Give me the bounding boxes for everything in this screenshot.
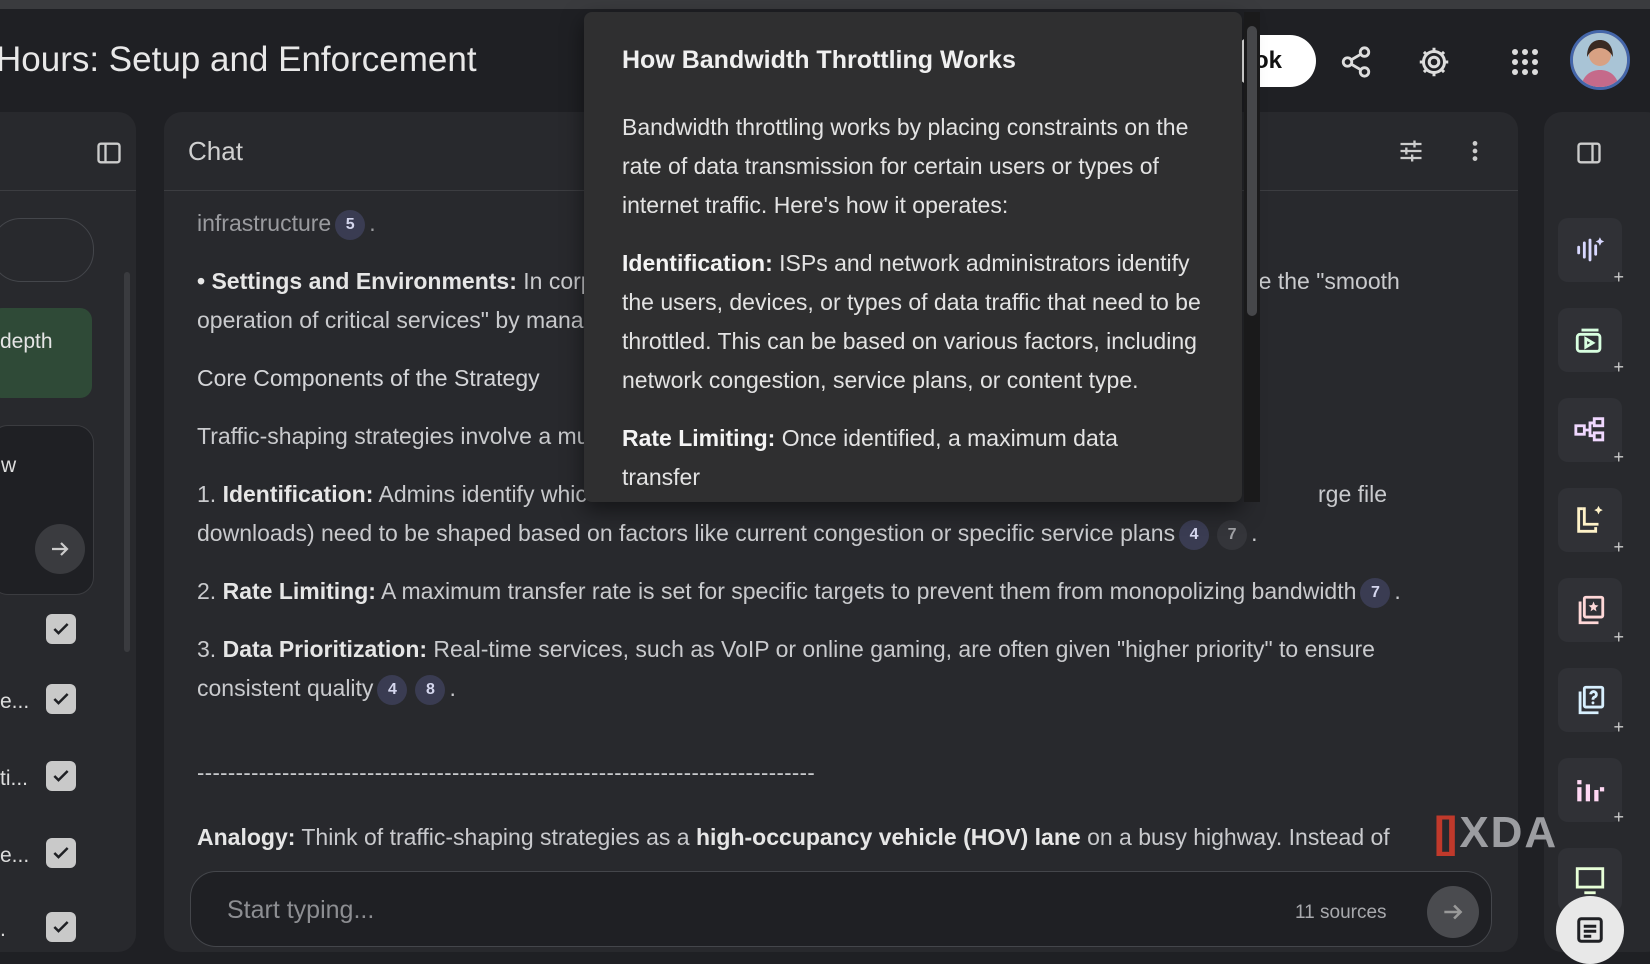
chat-line: 2. Rate Limiting: A maximum transfer rat… [197, 572, 1401, 611]
tune-icon[interactable] [1394, 134, 1428, 168]
infographic-icon[interactable]: + [1558, 758, 1624, 827]
popover-paragraph: Rate Limiting: Once identified, a maximu… [622, 425, 1118, 490]
more-vert-icon[interactable] [1458, 134, 1492, 168]
source-row[interactable] [0, 614, 120, 654]
check-icon[interactable] [46, 761, 76, 791]
source-row-label: e... [0, 690, 30, 713]
chat-line: infrastructure 5. [197, 204, 376, 243]
collapse-panel-icon[interactable] [92, 136, 126, 170]
check-icon[interactable] [46, 912, 76, 942]
check-icon[interactable] [46, 684, 76, 714]
apps-grid-icon[interactable] [1505, 42, 1545, 82]
popover-scroll-thumb[interactable] [1247, 26, 1257, 316]
chat-line: operation of critical services" by mana [197, 307, 584, 333]
check-icon[interactable] [46, 838, 76, 868]
source-row[interactable]: ti... [0, 761, 120, 801]
citation-badge[interactable]: 7 [1360, 577, 1391, 608]
source-row-label: . [0, 918, 6, 941]
separator-line: ----------------------------------------… [197, 760, 816, 785]
chat-line: consistent quality 4 8. [197, 669, 456, 708]
citation-badge[interactable]: 4 [377, 674, 408, 705]
xda-watermark-logo: []XDA [1434, 808, 1559, 857]
video-overview-icon[interactable]: + [1558, 308, 1624, 377]
mind-map-icon[interactable]: + [1558, 398, 1624, 467]
citation-popover: How Bandwidth Throttling Works Bandwidth… [584, 12, 1242, 502]
sources-panel-divider [0, 190, 136, 191]
chat-line: downloads) need to be shaped based on fa… [197, 514, 1257, 553]
popover-paragraph: Identification: ISPs and network adminis… [622, 250, 1201, 393]
popover-paragraph: Bandwidth throttling works by placing co… [622, 114, 1189, 218]
source-card-text: w [1, 454, 17, 477]
popover-title: How Bandwidth Throttling Works [622, 46, 1016, 74]
chat-input-placeholder[interactable]: Start typing... [227, 896, 374, 925]
quiz-icon[interactable]: + [1558, 668, 1624, 737]
citation-badge[interactable]: 8 [415, 674, 446, 705]
source-discovery-card: w [0, 425, 94, 595]
chat-line: • Settings and Environments: In corp [197, 268, 594, 294]
source-search-box[interactable] [0, 218, 94, 282]
popover-scrollbar[interactable] [1244, 12, 1260, 502]
selected-source-label: depth [0, 330, 53, 353]
flashcards-icon[interactable]: + [1558, 578, 1624, 647]
audio-overview-icon[interactable]: + [1558, 218, 1624, 287]
source-row-label: e... [0, 844, 30, 867]
source-row-label: ti... [0, 767, 29, 790]
check-icon[interactable] [46, 614, 76, 644]
chat-line: Traffic-shaping strategies involve a mu [197, 423, 590, 449]
arrow-right-icon[interactable] [35, 524, 85, 574]
reports-icon[interactable]: + [1558, 488, 1624, 557]
notes-icon[interactable] [1556, 896, 1624, 964]
chat-input-bar[interactable]: Start typing... 11 sources [190, 871, 1492, 947]
citation-badge[interactable]: 5 [335, 209, 366, 240]
chat-line: 1. Identification: Admins identify whic [197, 481, 587, 507]
popover-body: Bandwidth throttling works by placing co… [622, 108, 1202, 502]
chat-line-fragment: rge file [1318, 481, 1388, 507]
source-row[interactable]: . [0, 912, 120, 952]
chat-line: Analogy: Think of traffic-shaping strate… [197, 824, 1390, 850]
chat-header-title: Chat [188, 136, 243, 166]
send-arrow-icon[interactable] [1427, 886, 1479, 938]
selected-source-item[interactable]: depth [0, 308, 92, 398]
gear-icon[interactable] [1414, 42, 1454, 82]
chat-line: 3. Data Prioritization: Real-time servic… [197, 636, 1375, 662]
notebook-title: Hours: Setup and Enforcement [0, 40, 477, 79]
collapse-panel-icon[interactable] [1572, 136, 1606, 170]
share-icon[interactable] [1336, 42, 1376, 82]
citation-badge[interactable]: 4 [1179, 519, 1210, 550]
source-count: 11 sources [1295, 902, 1387, 923]
section-heading: Core Components of the Strategy [197, 365, 540, 391]
sources-scrollbar[interactable] [124, 272, 130, 652]
citation-badge[interactable]: 7 [1217, 519, 1248, 550]
chat-line-fragment: re the "smooth [1251, 268, 1400, 294]
source-row[interactable]: e... [0, 684, 120, 724]
avatar[interactable] [1570, 30, 1630, 90]
window-top-strip [0, 0, 1650, 9]
source-row[interactable]: e... [0, 838, 120, 878]
